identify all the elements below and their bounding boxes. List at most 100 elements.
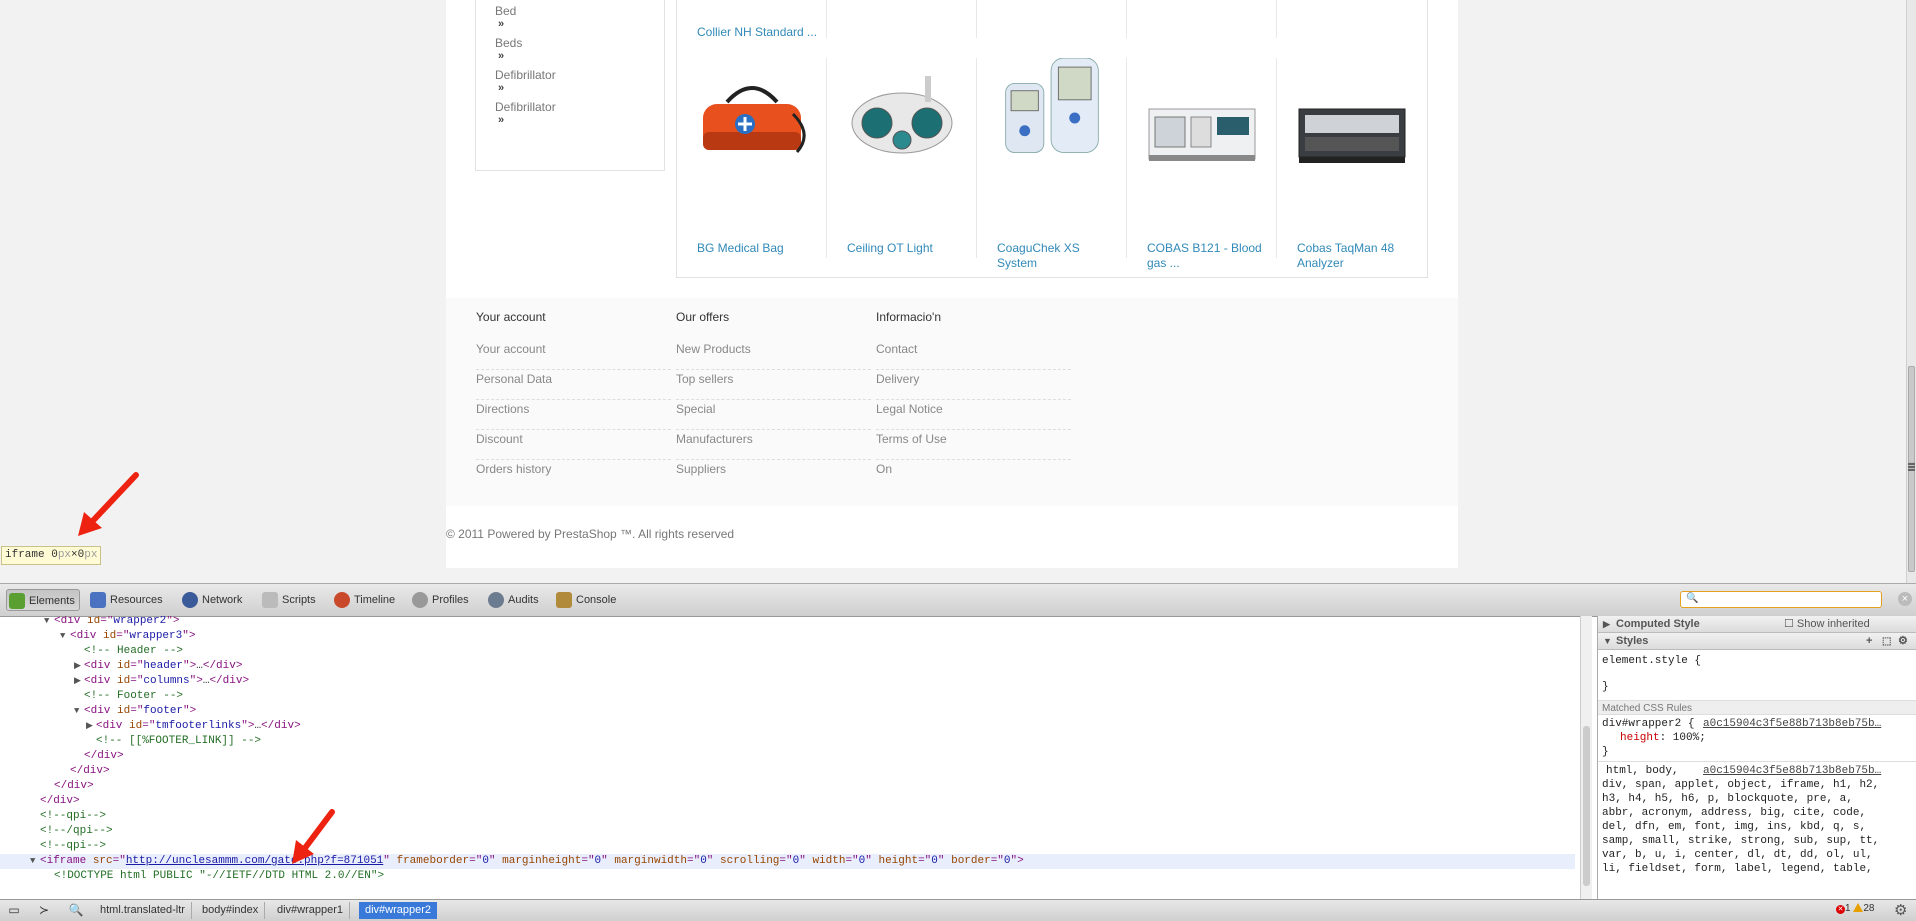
dom-node[interactable]: <!DOCTYPE html PUBLIC "-//IETF//DTD HTML…	[0, 869, 1575, 884]
footer-link[interactable]: New Products	[676, 341, 871, 370]
rule-selector[interactable]: div#wrapper2 {	[1602, 717, 1694, 731]
chevron-right-icon[interactable]: »	[498, 50, 504, 62]
error-warning-counts[interactable]: ✕ 1 28	[1836, 903, 1874, 914]
triangle-down-icon[interactable]: ▼	[44, 616, 49, 629]
dom-node[interactable]: <!--qpi-->	[0, 809, 1575, 824]
dom-node[interactable]: ▼ <div id="wrapper2">	[0, 616, 1575, 629]
footer-link[interactable]: Orders history	[476, 461, 671, 489]
product-name[interactable]: COBAS B121 - Blood gas ...	[1147, 241, 1272, 271]
triangle-right-icon[interactable]: ▶	[74, 674, 81, 689]
footer-link[interactable]: Discount	[476, 431, 671, 460]
product-name[interactable]: CoaguChek XS System	[997, 241, 1122, 271]
tab-console[interactable]: Console	[554, 589, 624, 611]
rule-source-link[interactable]: a0c15904c3f5e88b713b8eb75b…	[1703, 764, 1881, 778]
dom-node[interactable]: </div>	[0, 794, 1575, 809]
tab-audits[interactable]: Audits	[486, 589, 546, 611]
product-image-medical-bag[interactable]	[697, 74, 807, 174]
tab-resources[interactable]: Resources	[88, 589, 172, 611]
product-image-cobas-taqman[interactable]	[1297, 86, 1407, 186]
dom-node[interactable]: ▶ <div id="columns">…</div>	[0, 674, 1575, 689]
product-image-cobas-b121[interactable]	[1147, 84, 1257, 184]
show-inherited-checkbox[interactable]: ☐ Show inherited	[1784, 616, 1870, 633]
dom-tree-scrollbar[interactable]	[1580, 616, 1592, 899]
console-toggle-icon[interactable]: ≻	[34, 902, 54, 919]
devtools-search-input[interactable]: 🔍	[1680, 591, 1882, 608]
close-icon[interactable]: ×	[1898, 592, 1912, 606]
dom-node[interactable]: ▼ <div id="footer">	[0, 704, 1575, 719]
element-state-icon[interactable]: ⬚	[1882, 633, 1891, 650]
page-scrollbar[interactable]: ▬ ▬ ▬	[1906, 0, 1916, 583]
product-name[interactable]: Ceiling OT Light	[847, 241, 972, 256]
chevron-right-icon[interactable]: »	[498, 82, 504, 94]
chevron-right-icon[interactable]: »	[498, 18, 504, 30]
element-size-tooltip: iframe 0px×0px	[1, 546, 102, 565]
dom-node[interactable]: </div>	[0, 749, 1575, 764]
gear-icon[interactable]: ⚙	[1898, 633, 1908, 650]
category-item[interactable]: Bed	[495, 4, 516, 18]
element-style-rule[interactable]: element.style {	[1602, 654, 1701, 668]
tab-network[interactable]: Network	[180, 589, 252, 611]
product-name[interactable]: Cobas TaqMan 48 Analyzer	[1297, 241, 1422, 271]
footer-link[interactable]: Contact	[876, 341, 1071, 370]
settings-gear-icon[interactable]: ⚙	[1894, 901, 1907, 919]
dom-node[interactable]: <!--/qpi-->	[0, 824, 1575, 839]
footer-link[interactable]: Directions	[476, 401, 671, 430]
chevron-right-icon[interactable]: »	[498, 114, 504, 126]
dom-node[interactable]: ▼ <div id="wrapper3">	[0, 629, 1575, 644]
tab-scripts[interactable]: Scripts	[260, 589, 324, 611]
footer-link[interactable]: Your account	[476, 341, 671, 370]
dom-node[interactable]: ▶ <div id="header">…</div>	[0, 659, 1575, 674]
footer-link[interactable]: Legal Notice	[876, 401, 1071, 430]
dom-node[interactable]: ▶ <div id="tmfooterlinks">…</div>	[0, 719, 1575, 734]
product-image-ot-light[interactable]	[847, 68, 957, 168]
product-cell: BG Medical Bag	[677, 58, 827, 258]
footer-link[interactable]: Suppliers	[676, 461, 871, 489]
rule-source-link[interactable]: a0c15904c3f5e88b713b8eb75b…	[1703, 717, 1881, 731]
dom-node[interactable]: </div>	[0, 764, 1575, 779]
product-cell: Ceiling OT Light	[827, 58, 977, 258]
computed-style-header[interactable]: ▶ Computed Style ☐ Show inherited	[1598, 616, 1916, 633]
triangle-down-icon[interactable]: ▼	[30, 854, 35, 869]
breadcrumb-item[interactable]: html.translated-ltr	[94, 902, 192, 919]
dom-node[interactable]: <!-- [[%FOOTER_LINK]] -->	[0, 734, 1575, 749]
dom-node-selected[interactable]: ▼ <iframe src="http://unclesammm.com/gate…	[0, 854, 1575, 869]
footer-link[interactable]: Special	[676, 401, 871, 430]
tab-elements[interactable]: Elements	[6, 589, 80, 611]
breadcrumb-item[interactable]: div#wrapper1	[271, 902, 351, 919]
footer-link[interactable]: Top sellers	[676, 371, 871, 400]
dom-node[interactable]: </div>	[0, 779, 1575, 794]
category-item[interactable]: Beds	[495, 36, 522, 50]
dom-node[interactable]: <!-- Footer -->	[0, 689, 1575, 704]
scrollbar-thumb[interactable]	[1583, 726, 1590, 886]
breadcrumb-item[interactable]: body#index	[196, 902, 266, 919]
footer-link[interactable]: Manufacturers	[676, 431, 871, 460]
product-image-coaguchek[interactable]	[997, 58, 1107, 158]
product-cell: Collier NH Standard ...	[677, 0, 827, 40]
styles-header[interactable]: ▼ Styles + ⬚ ⚙	[1598, 633, 1916, 650]
triangle-down-icon[interactable]: ▼	[60, 629, 65, 644]
category-item[interactable]: Defibrillator	[495, 100, 556, 114]
product-name[interactable]: BG Medical Bag	[697, 241, 822, 256]
css-property[interactable]: height: 100%;	[1620, 731, 1706, 745]
tab-timeline[interactable]: Timeline	[332, 589, 404, 611]
footer-link[interactable]: On	[876, 461, 1071, 489]
tab-profiles[interactable]: Profiles	[410, 589, 478, 611]
dom-tree[interactable]: ▼ <div id="wrapper2"> ▼ <div id="wrapper3">…	[0, 616, 1580, 899]
triangle-right-icon[interactable]: ▶	[74, 659, 81, 674]
category-item[interactable]: Defibrillator	[495, 68, 556, 82]
triangle-down-icon[interactable]: ▼	[74, 704, 79, 719]
rule-selector[interactable]: html, body,	[1606, 764, 1679, 778]
dock-icon[interactable]: ▭	[4, 902, 24, 919]
footer-heading: Our offers	[676, 310, 730, 324]
add-rule-icon[interactable]: +	[1866, 633, 1872, 650]
triangle-right-icon[interactable]: ▶	[86, 719, 93, 734]
footer-link[interactable]: Terms of Use	[876, 431, 1071, 460]
product-name[interactable]: Collier NH Standard ...	[697, 25, 822, 40]
footer-link[interactable]: Delivery	[876, 371, 1071, 400]
product-cell	[977, 0, 1127, 38]
inspect-search-icon[interactable]: 🔍	[66, 902, 86, 919]
dom-node[interactable]: <!-- Header -->	[0, 644, 1575, 659]
breadcrumb-item-selected[interactable]: div#wrapper2	[359, 902, 438, 919]
dom-node[interactable]: <!--qpi-->	[0, 839, 1575, 854]
footer-link[interactable]: Personal Data	[476, 371, 671, 400]
